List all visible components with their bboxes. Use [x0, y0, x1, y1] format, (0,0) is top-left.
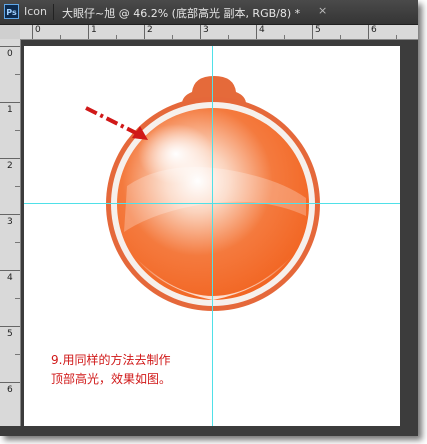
ruler-subtick	[116, 35, 117, 39]
ruler-number: 5	[7, 329, 13, 339]
ruler-subtick	[15, 298, 20, 299]
ruler-tick	[312, 25, 313, 39]
ruler-number: 3	[7, 217, 13, 227]
guide-line-vertical[interactable]	[212, 46, 213, 426]
photoshop-app-icon: Ps	[4, 4, 19, 19]
ruler-tick	[32, 25, 33, 39]
ruler-tick	[256, 25, 257, 39]
tab-close-icon[interactable]: ×	[318, 4, 327, 17]
ruler-number: 0	[35, 25, 41, 35]
status-bar	[0, 426, 418, 436]
ruler-number: 3	[203, 25, 209, 35]
annotation-arrow	[85, 106, 143, 138]
horizontal-ruler[interactable]: 0 1 2 3 4 5 6	[20, 25, 418, 40]
document-canvas[interactable]: 9.用同样的方法去制作 顶部高光，效果如图。	[24, 46, 400, 426]
tab-active-document[interactable]: 大眼仔~旭 @ 46.2% (底部高光 副本, RGB/8) *	[62, 5, 300, 21]
ruler-number: 4	[259, 25, 265, 35]
ruler-subtick	[15, 130, 20, 131]
ruler-subtick	[60, 35, 61, 39]
ruler-subtick	[15, 242, 20, 243]
ruler-number: 2	[147, 25, 153, 35]
vertical-ruler[interactable]: 0 1 2 3 4 5 6	[0, 39, 21, 436]
ruler-tick	[0, 326, 20, 327]
ruler-number: 0	[7, 49, 13, 59]
ruler-tick	[144, 25, 145, 39]
ruler-subtick	[340, 35, 341, 39]
ruler-tick	[0, 158, 20, 159]
ruler-number: 2	[7, 161, 13, 171]
document-tab-bar: Ps Icon 大眼仔~旭 @ 46.2% (底部高光 副本, RGB/8) *…	[0, 0, 418, 25]
orb-top-highlight	[138, 124, 214, 184]
ruler-tick	[0, 46, 20, 47]
ruler-subtick	[396, 35, 397, 39]
ruler-number: 5	[315, 25, 321, 35]
ruler-subtick	[228, 35, 229, 39]
tutorial-caption-line-1: 9.用同样的方法去制作	[51, 353, 171, 367]
tutorial-caption-line-2: 顶部高光，效果如图。	[51, 372, 172, 386]
ruler-origin[interactable]	[0, 25, 21, 40]
ruler-subtick	[284, 35, 285, 39]
ruler-number: 1	[7, 105, 13, 115]
ruler-tick	[0, 102, 20, 103]
ruler-subtick	[15, 186, 20, 187]
ruler-number: 4	[7, 273, 13, 283]
tab-divider	[53, 4, 54, 20]
ruler-subtick	[15, 74, 20, 75]
ruler-tick	[0, 270, 20, 271]
ruler-tick	[0, 382, 20, 383]
tab-icon-document[interactable]: Icon	[24, 5, 47, 18]
photoshop-window: Ps Icon 大眼仔~旭 @ 46.2% (底部高光 副本, RGB/8) *…	[0, 0, 418, 436]
ruler-subtick	[172, 35, 173, 39]
ruler-tick	[0, 214, 20, 215]
ruler-tick	[88, 25, 89, 39]
ruler-subtick	[15, 354, 20, 355]
ruler-number: 6	[371, 25, 377, 35]
ruler-tick	[200, 25, 201, 39]
ruler-number: 1	[91, 25, 97, 35]
ruler-tick	[368, 25, 369, 39]
ruler-number: 6	[7, 385, 13, 395]
